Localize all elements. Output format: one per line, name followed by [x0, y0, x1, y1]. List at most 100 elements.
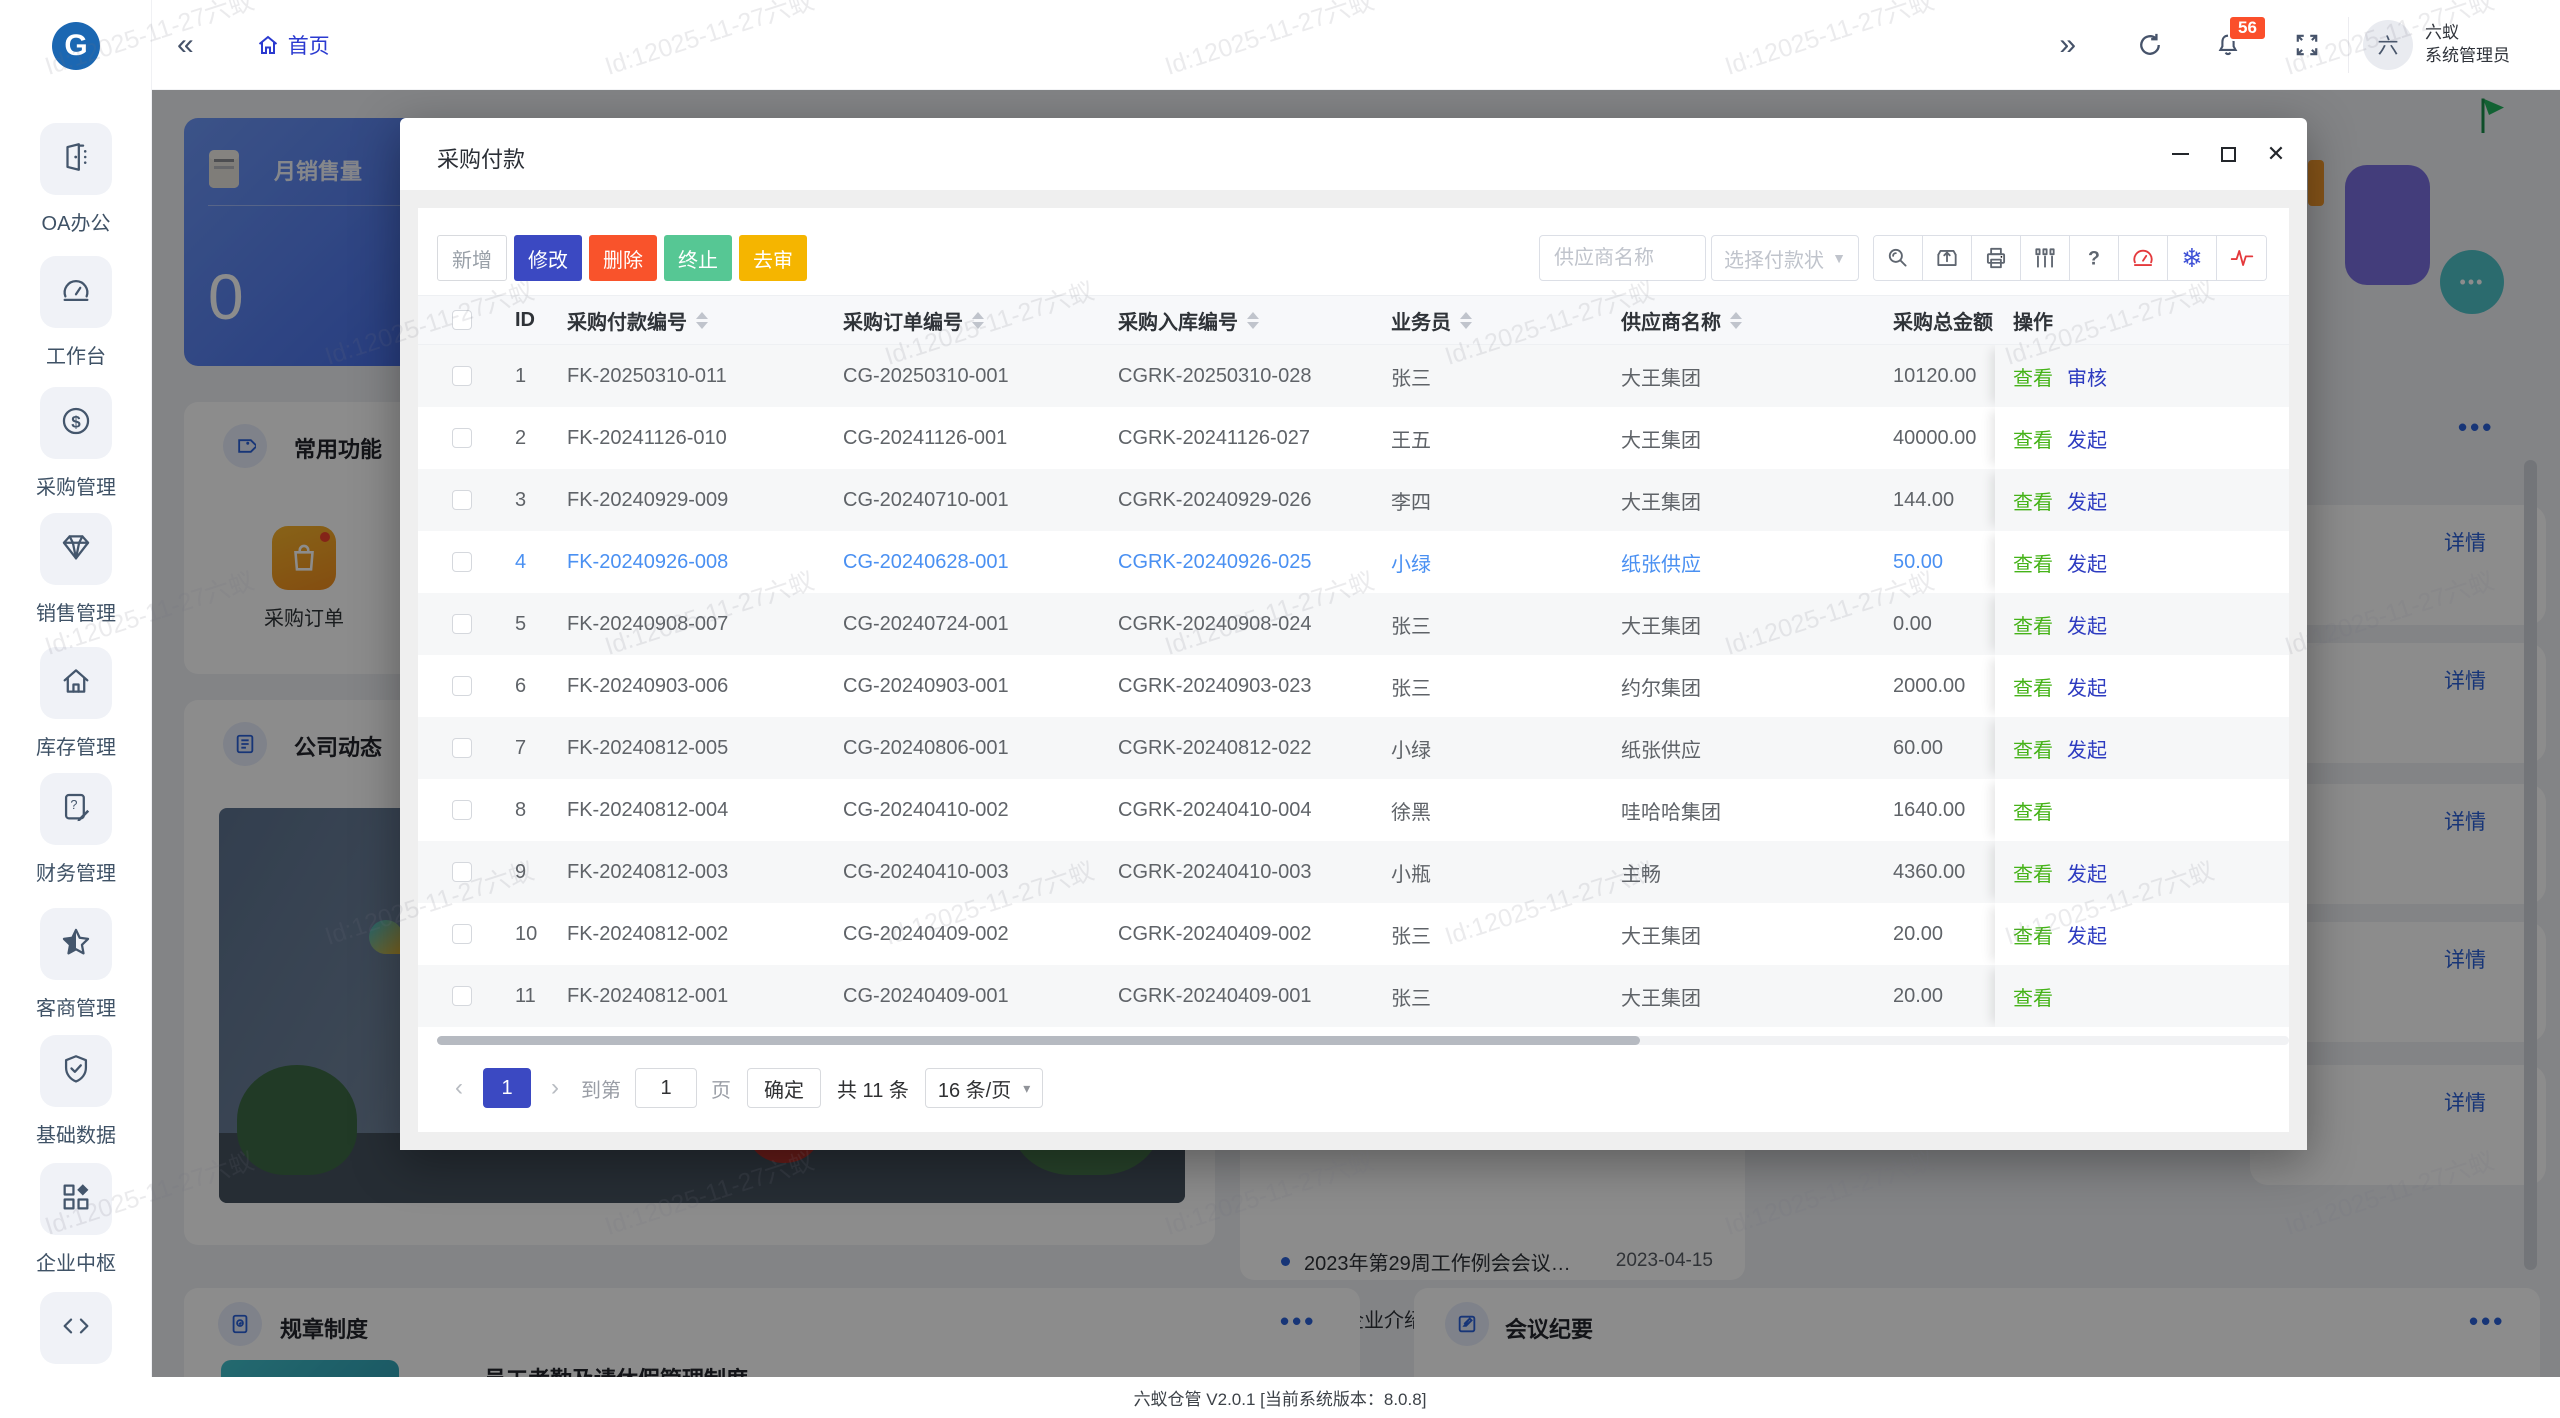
toolbar-button-3[interactable]: 删除 — [589, 235, 657, 281]
row-checkbox[interactable] — [452, 552, 472, 572]
row-checkbox[interactable] — [452, 614, 472, 634]
notifications-bell-icon[interactable]: 56 — [2214, 31, 2242, 59]
avatar[interactable]: 六 — [2363, 20, 2413, 70]
row-action-workflow[interactable]: 发起 — [2067, 734, 2107, 763]
table-row[interactable]: 1FK-20250310-011CG-20250310-001CGRK-2025… — [418, 345, 2289, 407]
row-action-view[interactable]: 查看 — [2013, 796, 2053, 825]
sidebar-item-1[interactable]: OA办公 — [0, 123, 152, 236]
sidebar-item-8[interactable]: 基础数据 — [0, 1035, 152, 1148]
pulse-icon[interactable] — [2217, 236, 2266, 280]
sort-icon[interactable] — [1247, 312, 1259, 329]
help-icon[interactable]: ? — [2070, 236, 2119, 280]
row-checkbox[interactable] — [452, 800, 472, 820]
current-page-button[interactable]: 1 — [483, 1068, 531, 1108]
column-header-payment_no[interactable]: 采购付款编号 — [553, 296, 829, 344]
prev-page-icon[interactable]: ‹ — [455, 1074, 463, 1102]
row-action-workflow[interactable]: 审核 — [2067, 362, 2107, 391]
toolbar-button-4[interactable]: 终止 — [664, 235, 732, 281]
user-info[interactable]: 六蚁 系统管理员 — [2425, 22, 2510, 68]
sidebar-item-2[interactable]: 工作台 — [0, 256, 152, 369]
table-row[interactable]: 11FK-20240812-001CG-20240409-001CGRK-202… — [418, 965, 2289, 1027]
row-action-view[interactable]: 查看 — [2013, 362, 2053, 391]
gauge-icon[interactable] — [2119, 236, 2168, 280]
column-header-supplier[interactable]: 供应商名称 — [1607, 296, 1893, 344]
sort-icon[interactable] — [696, 312, 708, 329]
column-header-salesperson[interactable]: 业务员 — [1377, 296, 1607, 344]
row-checkbox[interactable] — [452, 676, 472, 696]
sidebar-item-7[interactable]: 客商管理 — [0, 908, 152, 1021]
sidebar-item-4[interactable]: 销售管理 — [0, 513, 152, 626]
select-all-checkbox[interactable] — [452, 310, 472, 330]
sort-icon[interactable] — [972, 312, 984, 329]
maximize-icon[interactable] — [2217, 143, 2239, 165]
payment-status-select[interactable]: 选择付款状 ▼ — [1711, 235, 1859, 281]
column-header-order_no[interactable]: 采购订单编号 — [829, 296, 1104, 344]
row-checkbox[interactable] — [452, 428, 472, 448]
row-action-view[interactable]: 查看 — [2013, 610, 2053, 639]
table-row[interactable]: 10FK-20240812-002CG-20240409-002CGRK-202… — [418, 903, 2289, 965]
row-action-workflow[interactable]: 发起 — [2067, 486, 2107, 515]
row-action-view[interactable]: 查看 — [2013, 858, 2053, 887]
fullscreen-icon[interactable] — [2294, 32, 2320, 58]
close-icon[interactable]: ✕ — [2265, 143, 2287, 165]
table-row[interactable]: 5FK-20240908-007CG-20240724-001CGRK-2024… — [418, 593, 2289, 655]
table-row[interactable]: 6FK-20240903-006CG-20240903-001CGRK-2024… — [418, 655, 2289, 717]
table-row[interactable]: 8FK-20240812-004CG-20240410-002CGRK-2024… — [418, 779, 2289, 841]
row-action-workflow[interactable]: 发起 — [2067, 424, 2107, 453]
row-action-view[interactable]: 查看 — [2013, 734, 2053, 763]
print-icon[interactable] — [1972, 236, 2021, 280]
collapse-sidebar-icon[interactable]: « — [177, 30, 194, 60]
row-action-workflow[interactable]: 发起 — [2067, 858, 2107, 887]
row-action-view[interactable]: 查看 — [2013, 548, 2053, 577]
confirm-page-button[interactable]: 确定 — [747, 1068, 821, 1108]
export-icon[interactable] — [1923, 236, 1972, 280]
sort-icon[interactable] — [1730, 312, 1742, 329]
table-hscrollbar-thumb[interactable] — [437, 1036, 1640, 1045]
freeze-icon[interactable]: ❄ — [2168, 236, 2217, 280]
row-checkbox[interactable] — [452, 738, 472, 758]
supplier-search-input[interactable] — [1539, 235, 1706, 281]
row-action-workflow[interactable]: 发起 — [2067, 672, 2107, 701]
version-label: 六蚁仓管 V2.0.1 [当前系统版本：8.0.8] — [1134, 1385, 1427, 1410]
toolbar-button-2[interactable]: 修改 — [514, 235, 582, 281]
sidebar-item-5[interactable]: 库存管理 — [0, 647, 152, 760]
row-checkbox[interactable] — [452, 862, 472, 882]
table-row[interactable]: 2FK-20241126-010CG-20241126-001CGRK-2024… — [418, 407, 2289, 469]
goto-suffix-label: 页 — [711, 1074, 731, 1103]
columns-icon[interactable] — [2021, 236, 2070, 280]
row-action-view[interactable]: 查看 — [2013, 672, 2053, 701]
table-row[interactable]: 7FK-20240812-005CG-20240806-001CGRK-2024… — [418, 717, 2289, 779]
row-action-workflow[interactable]: 发起 — [2067, 920, 2107, 949]
table-row[interactable]: 3FK-20240929-009CG-20240710-001CGRK-2024… — [418, 469, 2289, 531]
row-checkbox[interactable] — [452, 490, 472, 510]
row-action-view[interactable]: 查看 — [2013, 982, 2053, 1011]
row-action-workflow[interactable]: 发起 — [2067, 610, 2107, 639]
sidebar-item-9[interactable]: 企业中枢 — [0, 1163, 152, 1276]
page-size-select[interactable]: 16 条/页 ▾ — [925, 1068, 1043, 1108]
table-row[interactable]: 4FK-20240926-008CG-20240628-001CGRK-2024… — [418, 531, 2289, 593]
next-page-icon[interactable]: › — [551, 1074, 559, 1102]
goto-page-input[interactable] — [635, 1068, 697, 1108]
row-action-view[interactable]: 查看 — [2013, 424, 2053, 453]
search-icon[interactable] — [1874, 236, 1923, 280]
refresh-icon[interactable] — [2136, 31, 2164, 59]
column-header-inbound_no[interactable]: 采购入库编号 — [1104, 296, 1377, 344]
row-checkbox[interactable] — [452, 924, 472, 944]
toolbar-button-5[interactable]: 去审 — [739, 235, 807, 281]
row-actions: 查看发起 — [1995, 655, 2289, 717]
table-row[interactable]: 9FK-20240812-003CG-20240410-003CGRK-2024… — [418, 841, 2289, 903]
toolbar-button-1[interactable]: 新增 — [437, 235, 507, 281]
row-action-view[interactable]: 查看 — [2013, 920, 2053, 949]
row-action-workflow[interactable]: 发起 — [2067, 548, 2107, 577]
row-checkbox[interactable] — [452, 366, 472, 386]
minimize-icon[interactable] — [2169, 143, 2191, 165]
row-checkbox[interactable] — [452, 986, 472, 1006]
tab-home[interactable]: 首页 — [256, 30, 330, 60]
sidebar-item-3[interactable]: $采购管理 — [0, 387, 152, 500]
sort-icon[interactable] — [1460, 312, 1472, 329]
app-logo[interactable]: G — [52, 22, 100, 70]
column-header-actions: 操作 — [1995, 296, 2289, 344]
expand-tabs-icon[interactable]: » — [2059, 30, 2076, 60]
row-action-view[interactable]: 查看 — [2013, 486, 2053, 515]
sidebar-item-6[interactable]: ?财务管理 — [0, 773, 152, 886]
